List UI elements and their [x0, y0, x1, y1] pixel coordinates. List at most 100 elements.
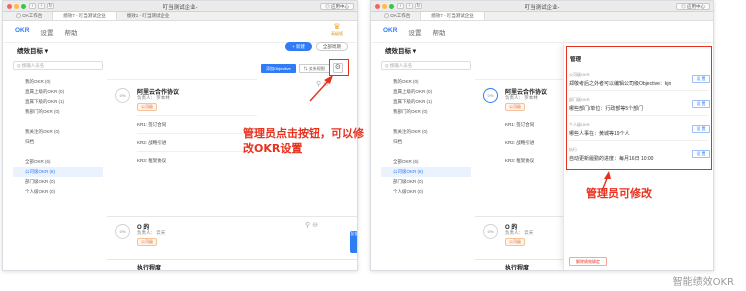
kr-item[interactable]: KR2: 战略引进: [137, 140, 166, 146]
kr-item[interactable]: KR3: 框架协议: [137, 158, 166, 164]
app-center-button[interactable]: ◎ 应用中心: [320, 2, 354, 10]
okr-owner: 负责人： 云天: [137, 230, 166, 235]
nav-help[interactable]: 帮助: [432, 27, 445, 37]
feedback-tab[interactable]: 反馈: [350, 231, 357, 253]
watermark: 智能绩效OKR: [672, 277, 734, 288]
tab-bar: ◯ OA工作台 绩效7 - 叮当测试企业 绩效1 - 叮当测试企业: [3, 11, 357, 21]
progress-circle: 0%: [115, 224, 130, 239]
okr-card[interactable]: 执行程度: [107, 259, 357, 270]
sidebar-item-subordinate-okr[interactable]: 直属下级的OKR (1): [13, 97, 103, 107]
okr-owner: 负责人： 云天: [505, 230, 534, 235]
sidebar-item-my-okr[interactable]: 我的OKR (0): [13, 77, 103, 87]
sidebar-item-followed-okr[interactable]: 我关注的OKR (0): [13, 127, 103, 137]
app-center-button[interactable]: ◎ 应用中心: [676, 2, 710, 10]
add-objective-button[interactable]: 添加Objective: [261, 63, 296, 73]
annotation-text: 管理员可修改: [586, 187, 652, 200]
configure-button[interactable]: 设 置: [692, 75, 710, 83]
tab-oa[interactable]: ◯ OA工作台: [374, 12, 420, 20]
sidebar-item-personal-okr[interactable]: 个人级OKR (0): [381, 187, 471, 197]
kr-item[interactable]: KR1: 签订合同: [505, 122, 534, 128]
sidebar-item-all-okr[interactable]: 全部OKR (6): [13, 157, 103, 167]
setting-personal-okr: 个人级OKR 哪些人事在：黄城等19个人 设 置: [569, 122, 710, 137]
app-nav: OKR 设置 帮助: [15, 27, 77, 37]
relation-view-button[interactable]: ⇅ 关系视图: [298, 63, 330, 73]
sidebar-item-department-okr[interactable]: 我部门的OKR (0): [13, 107, 103, 117]
sidebar-item-company-okr[interactable]: 公司级OKR (6): [381, 167, 471, 177]
configure-button[interactable]: 设 置: [692, 125, 710, 133]
sidebar-item-all-okr[interactable]: 全部OKR (6): [381, 157, 471, 167]
app-header: OKR 设置 帮助 ♛ 高级版: [3, 21, 357, 43]
sidebar-item-archive[interactable]: 归档: [381, 137, 471, 147]
card-action-icons[interactable]: ⚲ ⊖: [305, 221, 318, 229]
kr-item[interactable]: KR2: 战略引进: [505, 140, 534, 146]
setting-label: 部门级OKR: [569, 97, 590, 102]
app-nav: OKR 设置 帮助: [383, 27, 445, 37]
sidebar-item-company-okr[interactable]: 公司级OKR (6): [13, 167, 103, 177]
window-title: 叮当测试企业-: [524, 5, 560, 11]
okr-title[interactable]: 执行程度: [137, 263, 161, 270]
progress-circle: 0%: [115, 88, 130, 103]
title-bar: ‹ › ↻ 叮当测试企业- ◎ 应用中心: [371, 1, 713, 12]
setting-value: 哪些部门/单位：行政部等5个部门: [569, 106, 644, 112]
nav-settings[interactable]: 设置: [408, 27, 421, 37]
configure-button[interactable]: 设 置: [692, 100, 710, 108]
page-title[interactable]: 绩效目标 ▾: [17, 45, 48, 55]
app-header: OKR 设置 帮助: [371, 21, 713, 43]
progress-circle: 0%: [483, 224, 498, 239]
divider: [137, 133, 257, 134]
level-tag: 公司级: [505, 238, 525, 246]
add-okr-button[interactable]: + 新建: [285, 42, 312, 51]
window-title: 叮当测试企业-: [162, 5, 198, 11]
okr-owner: 负责人： 罗本林: [137, 95, 170, 100]
sidebar-item-personal-okr[interactable]: 个人级OKR (0): [13, 187, 103, 197]
tab-oa[interactable]: ◯ OA工作台: [6, 12, 52, 20]
sidebar: Q 搜输人员名 我的OKR (0) 直属上级的OKR (0) 直属下级的OKR …: [381, 61, 471, 197]
sidebar: Q 搜输人员名 我的OKR (0) 直属上级的OKR (0) 直属下级的OKR …: [13, 61, 103, 197]
page-title[interactable]: 绩效目标 ▾: [385, 45, 416, 55]
kr-item[interactable]: KR1: 签订合同: [137, 122, 166, 128]
sidebar-item-subordinate-okr[interactable]: 直属下级的OKR (1): [381, 97, 471, 107]
tab-performance-1[interactable]: 绩效1 - 叮当测试企业: [117, 12, 180, 20]
sidebar-item-superior-okr[interactable]: 直属上级的OKR (0): [13, 87, 103, 97]
level-tag: 公司级: [137, 103, 157, 111]
unbind-performance-button[interactable]: 解除绩效绑定: [569, 257, 607, 266]
sidebar-item-dept-level-okr[interactable]: 部门级OKR (0): [13, 177, 103, 187]
search-input[interactable]: Q 搜输人员名: [381, 61, 471, 70]
okr-title[interactable]: 执行程度: [505, 263, 529, 270]
divider: [137, 151, 257, 152]
sidebar-item-dept-level-okr[interactable]: 部门级OKR (0): [381, 177, 471, 187]
okr-card[interactable]: 0% O 的 负责人： 云天 公司级 ⚲ ⊖: [107, 216, 357, 251]
sidebar-item-followed-okr[interactable]: 我关注的OKR (0): [381, 127, 471, 137]
configure-button[interactable]: 设 置: [692, 150, 710, 158]
sidebar-item-department-okr[interactable]: 我部门的OKR (0): [381, 107, 471, 117]
sidebar-item-superior-okr[interactable]: 直属上级的OKR (0): [381, 87, 471, 97]
tab-performance-7[interactable]: 绩效7 - 叮当测试企业: [52, 11, 117, 20]
title-bar: ‹ › ↻ 叮当测试企业- ◎ 应用中心: [3, 1, 357, 12]
nav-okr[interactable]: OKR: [383, 27, 397, 37]
all-periods-button[interactable]: 全部周期: [315, 42, 348, 51]
right-app-window: ‹ › ↻ 叮当测试企业- ◎ 应用中心 ◯ OA工作台 绩效7 - 叮当测试企…: [370, 0, 714, 271]
nav-okr[interactable]: OKR: [15, 27, 29, 37]
divider: [569, 90, 709, 91]
kr-item[interactable]: KR3: 框架协议: [505, 158, 534, 164]
nav-help[interactable]: 帮助: [64, 27, 77, 37]
okr-card[interactable]: 0% 阿里云合作协议 负责人： 罗本林 公司级 KR1: 签订合同 KR2: 战…: [107, 79, 257, 216]
nav-settings[interactable]: 设置: [40, 27, 53, 37]
level-tag: 公司级: [137, 238, 157, 246]
sidebar-item-archive[interactable]: 归档: [13, 137, 103, 147]
tab-performance-7[interactable]: 绩效7 - 叮当测试企业: [420, 11, 485, 20]
divider: [137, 115, 257, 116]
upgrade-badge[interactable]: ♛ 高级版: [331, 23, 343, 37]
okr-card[interactable]: 执行程度: [475, 259, 565, 270]
okr-owner: 负责人： 罗本林: [505, 95, 538, 100]
search-input[interactable]: Q 搜输人员名: [13, 61, 103, 70]
okr-card[interactable]: 0% O 的 负责人： 云天 公司级: [475, 216, 565, 251]
crown-icon: ♛: [333, 22, 341, 31]
sidebar-item-my-okr[interactable]: 我的OKR (0): [381, 77, 471, 87]
okr-card[interactable]: 0% 阿里云合作协议 负责人： 罗本林 公司级 KR1: 签订合同 KR2: 战…: [475, 79, 565, 216]
setting-label: 执行: [569, 147, 577, 152]
